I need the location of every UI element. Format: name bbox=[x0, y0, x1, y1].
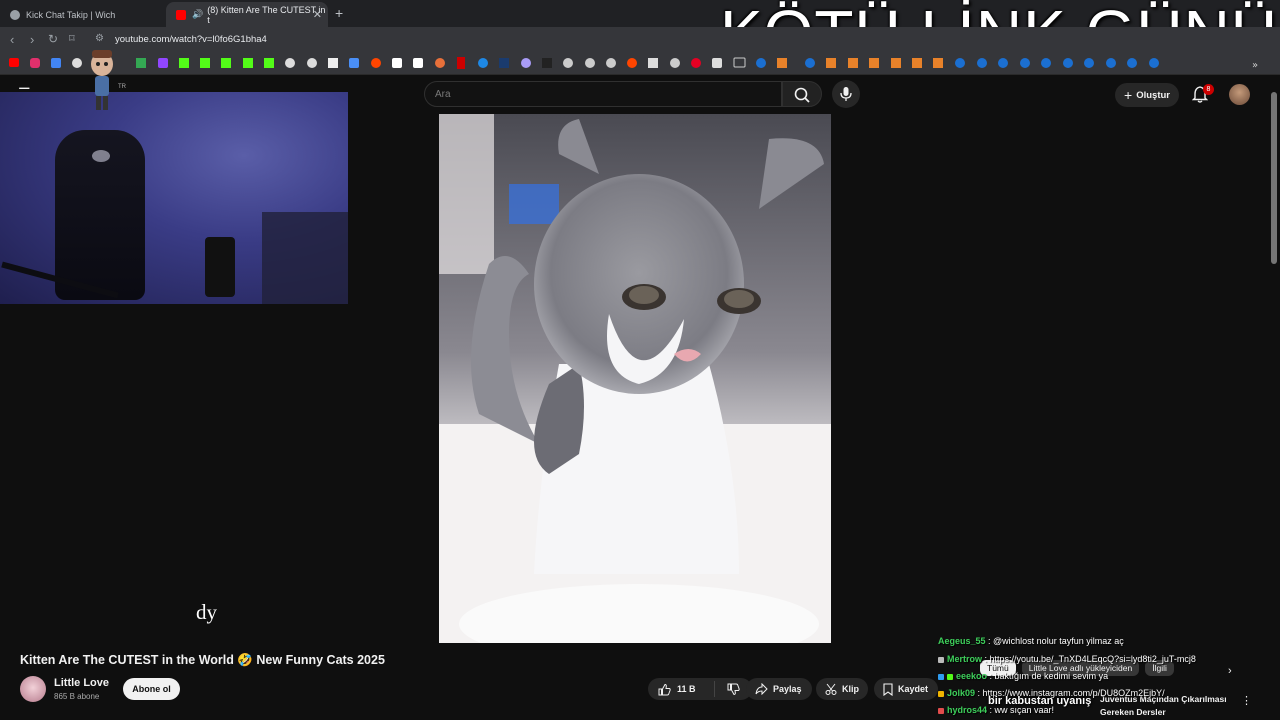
chat-username: eeekoo bbox=[956, 671, 988, 681]
webcam-overlay bbox=[0, 92, 348, 304]
notification-count-badge: 8 bbox=[1203, 84, 1214, 95]
browser-toolbar: ‹ › ↻ ⌑ ⚙ youtube.com/watch?v=l0fo6G1bha… bbox=[0, 27, 1280, 53]
browser-tab-kick-chat[interactable]: Kick Chat Takip | Wich bbox=[0, 2, 164, 27]
chat-username: hydros44 bbox=[947, 705, 988, 715]
user-avatar[interactable] bbox=[1229, 84, 1250, 105]
clip-label: Klip bbox=[842, 684, 859, 694]
browser-tab-youtube[interactable]: 🔊 (8) Kitten Are The CUTEST in t ✕ bbox=[166, 2, 328, 27]
youtube-favicon-icon bbox=[176, 9, 186, 20]
bookmarks-bar: » bbox=[0, 53, 1280, 75]
scissors-icon bbox=[825, 683, 837, 695]
microphone-stand bbox=[205, 237, 235, 297]
search-button[interactable] bbox=[782, 81, 822, 107]
thumbs-down-icon bbox=[727, 683, 740, 695]
stream-subtitle: dy bbox=[196, 600, 217, 624]
channel-name[interactable]: Little Love bbox=[54, 677, 109, 689]
forward-icon[interactable]: › bbox=[30, 32, 34, 47]
video-player[interactable] bbox=[439, 114, 831, 643]
chat-text: : baktığım de kedimi sevim ya bbox=[987, 671, 1109, 681]
microphone-icon bbox=[840, 87, 852, 101]
plus-icon: + bbox=[1124, 87, 1133, 103]
stream-chat-overlay: Aegeus_55 : @wichlost nolur tayfun yilma… bbox=[932, 630, 1280, 720]
chat-message: Mertrow : https://youtu.be/_TnXD4LEqcQ?s… bbox=[938, 654, 1196, 664]
kick-badge-icon bbox=[947, 673, 953, 680]
subscriber-count: 865 B abone bbox=[54, 692, 100, 701]
create-button[interactable]: + Oluştur bbox=[1115, 83, 1179, 107]
badge-icon bbox=[938, 707, 944, 714]
globe-icon bbox=[10, 9, 20, 20]
browser-tab-bar: Kick Chat Takip | Wich 🔊 (8) Kitten Are … bbox=[0, 0, 1280, 69]
video-title: Kitten Are The CUTEST in the World 🤣 New… bbox=[20, 653, 385, 667]
chat-message: eeekoo : baktığım de kedimi sevim ya bbox=[938, 671, 1108, 681]
share-button[interactable]: Paylaş bbox=[746, 678, 812, 700]
page-scrollbar[interactable] bbox=[1271, 92, 1277, 264]
figurine-sticker bbox=[91, 50, 113, 110]
reload-icon[interactable]: ↻ bbox=[48, 32, 58, 46]
search-placeholder: Ara bbox=[435, 89, 451, 100]
bookmark-icon[interactable]: ⌑ bbox=[69, 32, 75, 45]
chat-text: : https://youtu.be/_TnXD4LEqcQ?si=lyd8ti… bbox=[982, 654, 1196, 664]
chat-text: : @wichlost nolur tayfun yilmaz aç bbox=[985, 636, 1124, 646]
create-label: Oluştur bbox=[1136, 89, 1170, 101]
like-count: 11 B bbox=[677, 684, 696, 694]
chat-username: Jolk09 bbox=[947, 688, 976, 698]
channel-avatar[interactable] bbox=[20, 676, 46, 702]
voice-search-button[interactable] bbox=[832, 80, 860, 108]
like-button[interactable]: 11 B bbox=[648, 683, 709, 696]
region-code: TR bbox=[118, 84, 126, 90]
speaker-icon: 🔊 bbox=[192, 9, 204, 19]
chair-logo bbox=[92, 150, 110, 162]
address-bar[interactable]: youtube.com/watch?v=l0fo6G1bha4 bbox=[115, 34, 267, 45]
kitten-video-frame bbox=[439, 114, 831, 643]
chat-username: Aegeus_55 bbox=[938, 636, 986, 646]
new-tab-button[interactable]: + bbox=[335, 5, 343, 21]
thumbs-up-icon bbox=[658, 683, 671, 695]
share-label: Paylaş bbox=[773, 684, 802, 694]
share-arrow-icon bbox=[755, 683, 768, 695]
badge-icon bbox=[938, 690, 944, 697]
badge-icon bbox=[938, 673, 944, 680]
background-shelf bbox=[262, 212, 348, 304]
site-info-icon[interactable]: ⚙ bbox=[95, 33, 104, 44]
subscribe-button[interactable]: Abone ol bbox=[123, 678, 180, 700]
like-dislike-group: 11 B bbox=[648, 678, 752, 700]
kick-badge-icon bbox=[938, 656, 944, 663]
save-label: Kaydet bbox=[898, 684, 929, 694]
search-icon bbox=[794, 87, 810, 103]
stream-banner-text: bir kabustan uyanış bbox=[988, 695, 1092, 707]
chat-username: Mertrow bbox=[947, 654, 983, 664]
bookmark-save-icon bbox=[883, 682, 893, 696]
back-icon[interactable]: ‹ bbox=[10, 32, 14, 47]
search-input[interactable]: Ara bbox=[424, 81, 782, 107]
close-tab-icon[interactable]: ✕ bbox=[313, 8, 322, 21]
svg-text:»: » bbox=[1252, 60, 1258, 71]
tab-title: (8) Kitten Are The CUTEST in t bbox=[207, 4, 326, 25]
clip-button[interactable]: Klip bbox=[816, 678, 868, 700]
tab-title: Kick Chat Takip | Wich bbox=[26, 9, 116, 20]
bookmark-icons[interactable]: » bbox=[0, 53, 1280, 74]
chat-message: Aegeus_55 : @wichlost nolur tayfun yilma… bbox=[938, 636, 1124, 646]
save-button[interactable]: Kaydet bbox=[874, 678, 938, 700]
